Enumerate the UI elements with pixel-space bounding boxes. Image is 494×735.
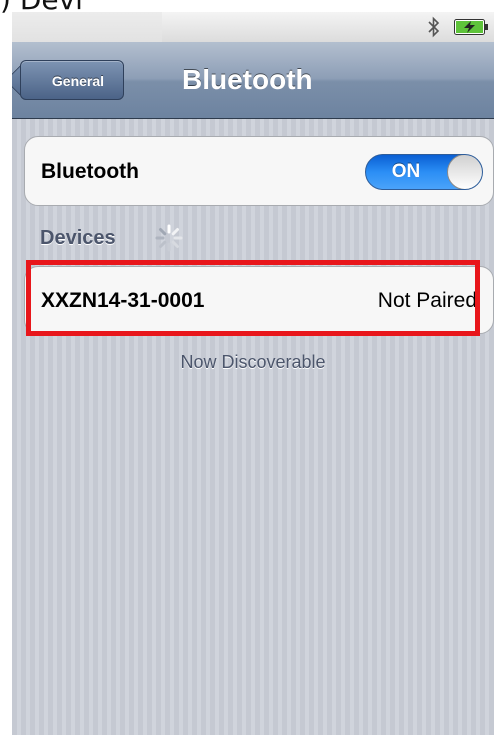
phone-screen: General Bluetooth Bluetooth ON Devices X… [12,12,494,735]
toggle-knob [447,155,482,189]
bluetooth-setting-row: Bluetooth ON [24,136,494,206]
battery-charging-icon [454,19,488,35]
bluetooth-label: Bluetooth [41,160,139,183]
page-title: Bluetooth [182,64,313,95]
discoverable-status: Now Discoverable [180,352,326,372]
bluetooth-toggle[interactable]: ON [365,154,483,190]
back-button[interactable]: General [20,60,124,100]
navigation-bar: General Bluetooth [12,42,494,119]
highlight-box [26,260,480,336]
toggle-label: ON [391,161,421,182]
status-bar-left [12,12,162,42]
devices-section-header: Devices [40,227,116,249]
back-button-container: General [12,42,142,118]
status-bar [12,12,494,42]
loading-spinner-icon [155,224,183,252]
bluetooth-status-icon [428,16,440,38]
